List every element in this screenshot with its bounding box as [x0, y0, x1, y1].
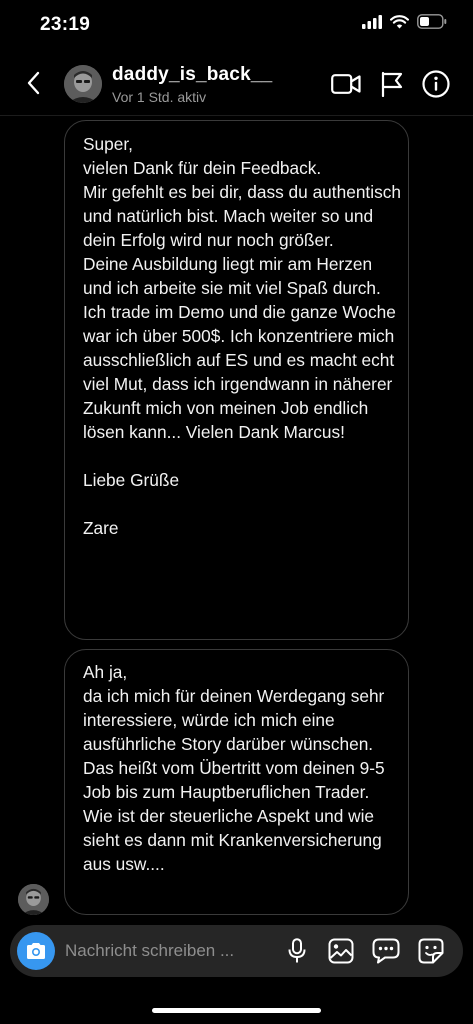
message-text: Ah ja, da ich mich für deinen Werdegang … [83, 662, 385, 874]
camera-button[interactable] [17, 932, 55, 970]
gallery-icon [328, 938, 354, 964]
sticker-button[interactable] [416, 936, 446, 966]
flag-icon [381, 71, 403, 97]
message-composer [10, 925, 463, 977]
message-bubble[interactable]: Ah ja, da ich mich für deinen Werdegang … [64, 649, 409, 915]
chat-options-button[interactable] [371, 936, 401, 966]
back-button[interactable] [18, 66, 48, 100]
battery-icon [417, 14, 447, 29]
activity-status: Vor 1 Std. aktiv [112, 89, 207, 105]
chevron-left-icon [27, 71, 40, 95]
microphone-icon [288, 938, 306, 963]
camera-icon [27, 943, 45, 959]
chat-header: daddy_is_back__ Vor 1 Std. aktiv [0, 52, 473, 116]
message-bubble[interactable]: Super, vielen Dank für dein Feedback. Mi… [64, 120, 409, 640]
message-input[interactable] [65, 939, 280, 963]
status-icons [362, 14, 447, 29]
wifi-icon [390, 14, 409, 28]
info-icon [422, 70, 450, 98]
video-call-icon [331, 74, 361, 94]
info-button[interactable] [420, 68, 452, 100]
report-button[interactable] [376, 68, 408, 100]
chat-username[interactable]: daddy_is_back__ [112, 64, 272, 86]
sender-avatar[interactable] [18, 884, 49, 915]
status-time: 23:19 [40, 14, 91, 35]
message-text: Super, vielen Dank für dein Feedback. Mi… [83, 134, 401, 538]
status-bar: 23:19 [0, 0, 473, 52]
cellular-signal-icon [362, 14, 382, 29]
chat-bubble-icon [372, 938, 400, 964]
video-call-button[interactable] [330, 68, 362, 100]
gallery-button[interactable] [326, 936, 356, 966]
avatar[interactable] [64, 65, 102, 103]
home-indicator[interactable] [152, 1008, 321, 1013]
sticker-icon [418, 938, 444, 964]
voice-message-button[interactable] [282, 936, 312, 966]
